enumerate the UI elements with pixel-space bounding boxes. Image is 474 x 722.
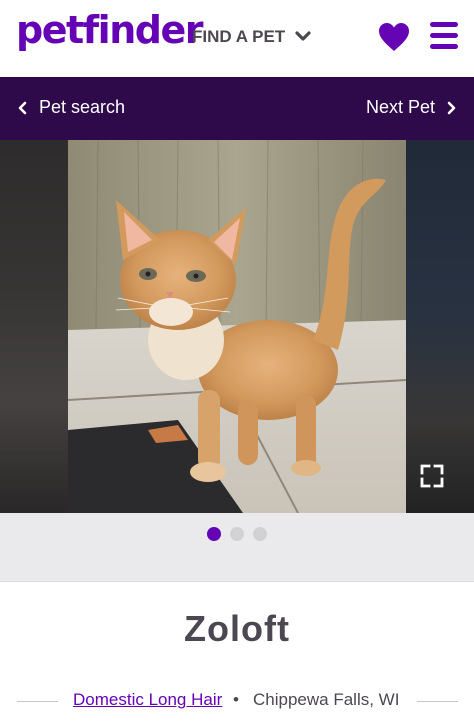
expand-icon[interactable] [420, 464, 444, 488]
breed-link[interactable]: Domestic Long Hair [73, 690, 222, 710]
pet-search-back-link[interactable]: Pet search [18, 97, 125, 118]
previous-photo-preview[interactable] [0, 140, 68, 513]
petfinder-logo[interactable]: petfinder [16, 8, 203, 52]
heart-icon[interactable] [378, 22, 410, 52]
pet-navigation-bar: Pet search Next Pet [0, 77, 474, 140]
next-pet-label: Next Pet [365, 97, 435, 117]
chevron-left-icon [18, 101, 27, 114]
pet-name: Zoloft [184, 608, 290, 649]
next-photo-preview[interactable] [406, 140, 474, 513]
find-a-pet-label: FIND A PET [192, 27, 286, 46]
site-header: petfinder FIND A PET [0, 0, 474, 77]
carousel-pagination [0, 513, 474, 582]
chevron-right-icon [447, 101, 456, 114]
carousel-dot-2[interactable] [230, 527, 244, 541]
chevron-down-icon [295, 31, 311, 41]
pet-photo-carousel[interactable] [0, 140, 474, 513]
next-pet-link[interactable]: Next Pet [366, 97, 456, 118]
pet-search-label: Pet search [39, 97, 126, 117]
menu-icon[interactable] [430, 22, 458, 50]
divider-left [17, 701, 58, 702]
pet-photo[interactable] [68, 140, 406, 513]
pet-info-line: Domestic Long Hair • Chippewa Falls, WI [0, 690, 474, 714]
separator-bullet: • [233, 690, 239, 709]
carousel-dot-1[interactable] [207, 527, 221, 541]
divider-right [417, 701, 458, 702]
pet-location: Chippewa Falls, WI [253, 690, 400, 709]
find-a-pet-menu[interactable]: FIND A PET [192, 27, 311, 47]
carousel-dot-3[interactable] [253, 527, 267, 541]
